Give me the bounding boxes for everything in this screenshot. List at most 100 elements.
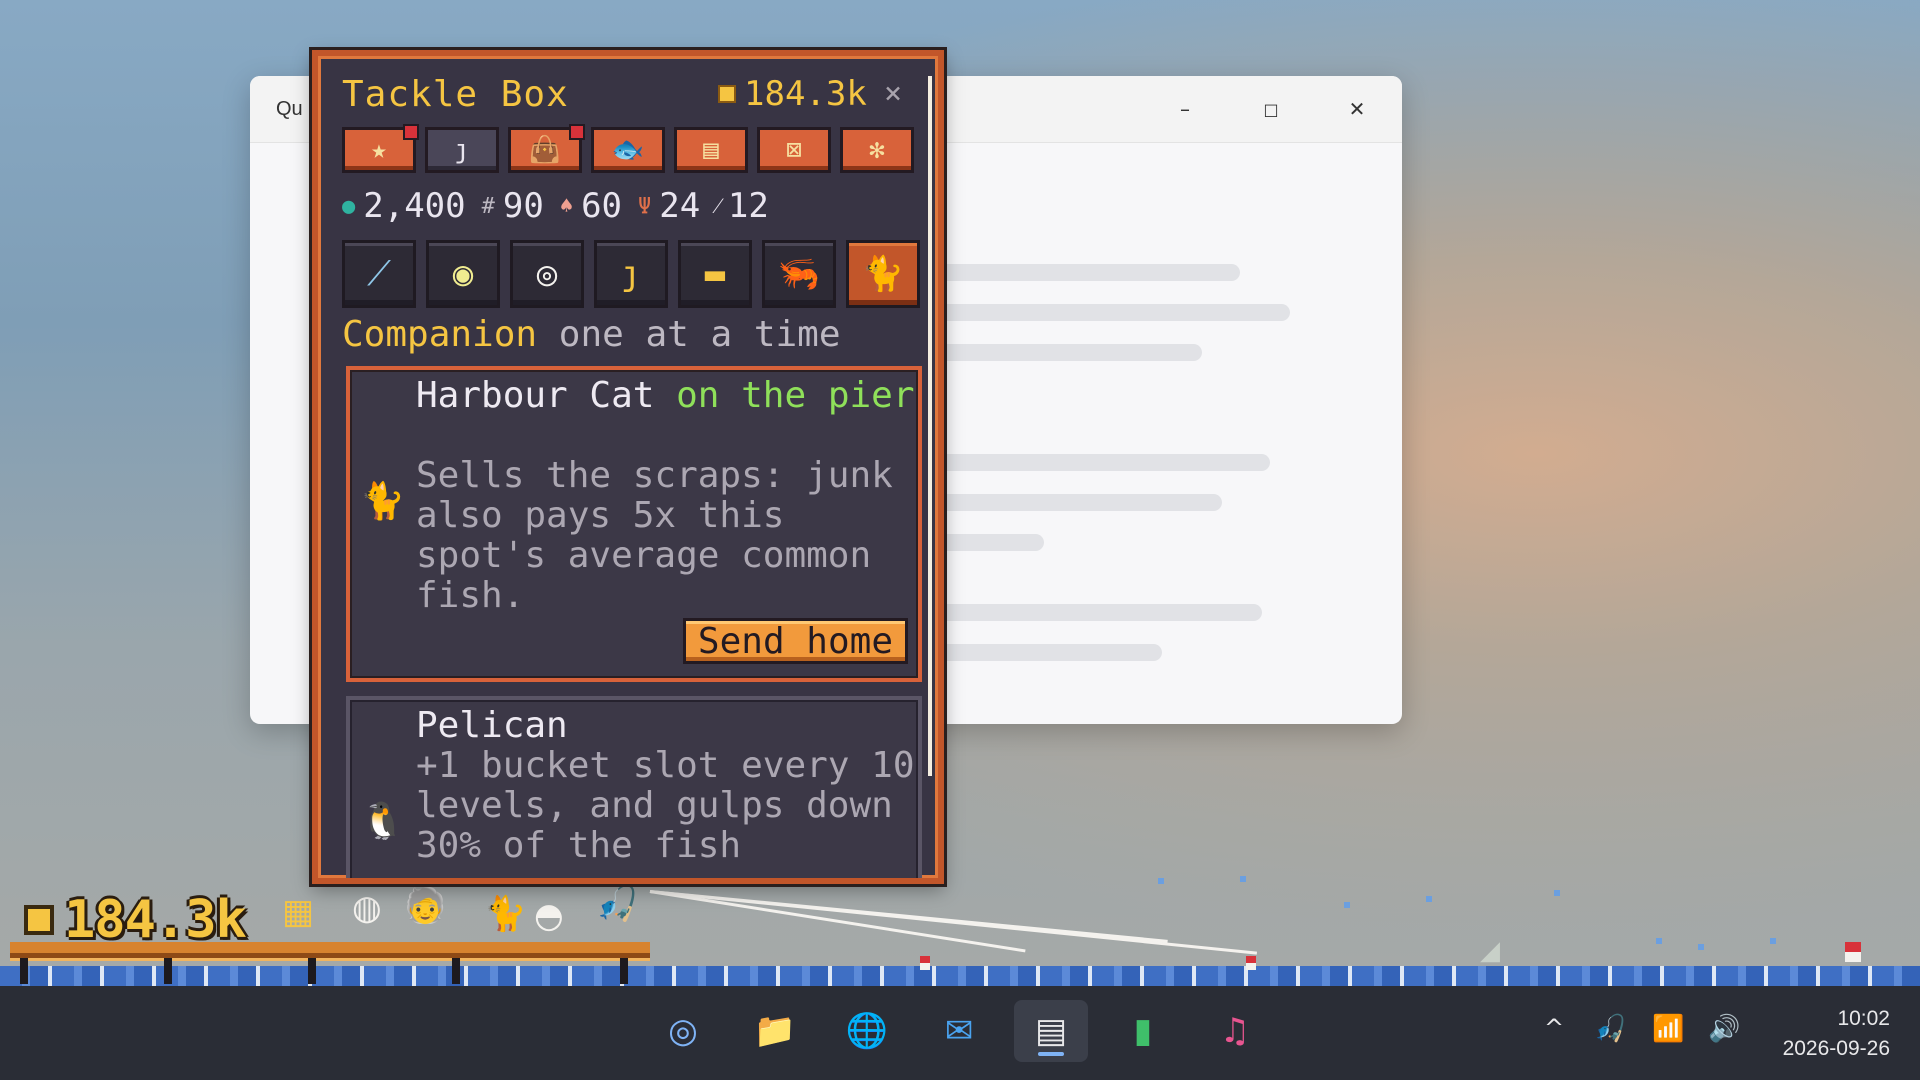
companion-card-pelican[interactable]: 🐧 Pelican +1 bucket slot every 10 levels… (346, 696, 922, 878)
fishing-line (649, 890, 1258, 955)
taskbar-app-launcher[interactable]: ◎ (646, 1000, 720, 1062)
tab-settings[interactable]: ✻ (840, 127, 914, 173)
panel-coin-counter: 184.3k (720, 74, 867, 114)
stat-gem: ● 2,400 (342, 186, 466, 226)
companion-description: +1 bucket slot every 10 levels, and gulp… (416, 745, 915, 866)
placeholder-text-line (900, 304, 1290, 321)
lifebuoy-icon: ◍ (352, 888, 382, 928)
gem-icon: ● (342, 193, 356, 219)
pier-post (452, 958, 460, 984)
cat-icon[interactable]: 🐈 (484, 894, 526, 934)
taskbar-app-notes[interactable]: ▤ (1014, 1000, 1088, 1062)
splash-particle (1554, 890, 1560, 896)
maximize-button[interactable]: □ (1248, 90, 1294, 128)
mail-icon: ✉ (944, 1011, 974, 1051)
buoy-icon (1845, 942, 1861, 962)
companion-card-harbour-cat[interactable]: 🐈 Harbour Cat on the pier Sells the scra… (346, 366, 922, 682)
tab-star[interactable]: ★ (342, 124, 419, 173)
tab-bar: ★ ȷ 👜 🐟 ▤ ⊠ ✻ (342, 124, 914, 173)
equipment-slot-rod[interactable]: ⟋ (342, 240, 416, 308)
angler-icon: 🎣 (596, 884, 639, 924)
pier-post (308, 958, 316, 984)
tab-hook[interactable]: ȷ (425, 127, 499, 173)
tab-journal[interactable]: ▤ (674, 127, 748, 173)
taskbar-app-music[interactable]: ♫ (1198, 1000, 1272, 1062)
stat-value: 12 (727, 186, 769, 226)
scrollbar[interactable] (928, 76, 932, 776)
browser-icon: 🌐 (845, 1011, 889, 1051)
star-icon: ★ (371, 135, 387, 165)
music-icon: ♫ (1219, 1011, 1251, 1051)
rod-icon: ⁄ (716, 194, 720, 219)
rock-icon: ◢ (1480, 936, 1500, 966)
tab-map[interactable]: ⊠ (757, 127, 831, 173)
fisherman-icon: 🧓 (404, 886, 447, 926)
equipment-slot-hat[interactable]: ▬ (678, 240, 752, 308)
stat-value: 24 (659, 186, 701, 226)
placeholder-text-line (900, 454, 1270, 471)
equipment-slot-line[interactable]: ◎ (510, 240, 584, 308)
coin-icon (28, 909, 50, 931)
equipment-slot-hook[interactable]: ȷ (594, 240, 668, 308)
tab-fish[interactable]: 🐟 (591, 127, 665, 173)
splash-particle (1426, 896, 1432, 902)
wifi-icon[interactable]: 📶 (1652, 1014, 1684, 1044)
map-icon: ⊠ (786, 135, 802, 165)
resource-stats: ● 2,400 #90 ♠ 60 Ψ 24 ⁄ 12 (342, 186, 769, 226)
volume-icon[interactable]: 🔊 (1708, 1014, 1740, 1044)
stat-value: 90 (502, 186, 544, 226)
taskbar-app-browser[interactable]: 🌐 (830, 1000, 904, 1062)
tab-bag[interactable]: 👜 (508, 124, 585, 173)
splash-particle (1698, 944, 1704, 950)
splash-particle (1656, 938, 1662, 944)
section-subtitle: one at a time (558, 314, 841, 355)
equipment-slot-bobber[interactable]: ◉ (426, 240, 500, 308)
splash-particle (1344, 902, 1350, 908)
close-button[interactable]: ✕ (1334, 90, 1380, 128)
bait-slot-icon: 🦐 (777, 254, 821, 294)
equipment-slot-bait[interactable]: 🦐 (762, 240, 836, 308)
hud-coin-counter: 184.3k (28, 890, 247, 950)
folder-icon: 📁 (753, 1011, 797, 1051)
panel-close-button[interactable]: × (884, 76, 902, 111)
equipment-slot-companion[interactable]: 🐈 (846, 240, 920, 308)
minimize-button[interactable]: – (1162, 90, 1208, 128)
companion-description: Sells the scraps: junk also pays 5x this… (416, 455, 893, 616)
taskbar-app-mail[interactable]: ✉ (922, 1000, 996, 1062)
placeholder-text-line (900, 264, 1240, 281)
line-slot-icon: ◎ (536, 254, 558, 294)
bobber-slot-icon: ◉ (452, 254, 474, 294)
notification-badge (403, 124, 419, 140)
bait-icon: ♠ (559, 193, 574, 219)
hook-slot-icon: ȷ (620, 254, 642, 294)
bag-icon: 👜 (528, 135, 562, 165)
placeholder-text-line (900, 344, 1202, 361)
taskbar: ◎ 📁 🌐 ✉ ▤ ▮ ♫ ^ 🎣 📶 🔊 10:02 2026-09-26 (0, 986, 1920, 1080)
rod-slot-icon: ⟋ (367, 254, 391, 294)
tray-game-icon[interactable]: 🎣 (1594, 1014, 1626, 1044)
pelican-icon: 🐧 (360, 801, 405, 842)
splash-particle (1158, 878, 1164, 884)
launcher-icon: ◎ (668, 1011, 698, 1051)
companion-name: Harbour Cat on the pier (416, 376, 916, 416)
taskbar-app-chat[interactable]: ▮ (1106, 1000, 1180, 1062)
tray-overflow-chevron-icon[interactable]: ^ (1544, 1014, 1564, 1042)
send-home-button[interactable]: Send home (682, 618, 908, 664)
chat-icon: ▮ (1133, 1011, 1153, 1051)
companion-location: on the pier (676, 375, 915, 416)
stat-net: #90 (482, 186, 544, 226)
stat-value: 60 (581, 186, 623, 226)
hat-slot-icon: ▬ (704, 254, 726, 294)
companion-name: Pelican (416, 705, 568, 746)
splash-particle (1770, 938, 1776, 944)
stat-trophy: Ψ 24 (638, 186, 700, 226)
stat-bait: ♠ 60 (560, 186, 622, 226)
panel-coin-value: 184.3k (744, 74, 867, 114)
notes-icon: ▤ (1034, 1011, 1068, 1051)
placeholder-text-line (900, 604, 1262, 621)
tackle-box-panel[interactable]: Tackle Box 184.3k × ★ ȷ 👜 🐟 ▤ ⊠ ✻ ● 2,400 #90 ♠ 60… (309, 47, 947, 887)
clock[interactable]: 10:02 2026-09-26 (1783, 1004, 1890, 1064)
coin-icon (720, 87, 734, 101)
taskbar-app-folder[interactable]: 📁 (738, 1000, 812, 1062)
companion-slot-icon: 🐈 (861, 254, 905, 294)
